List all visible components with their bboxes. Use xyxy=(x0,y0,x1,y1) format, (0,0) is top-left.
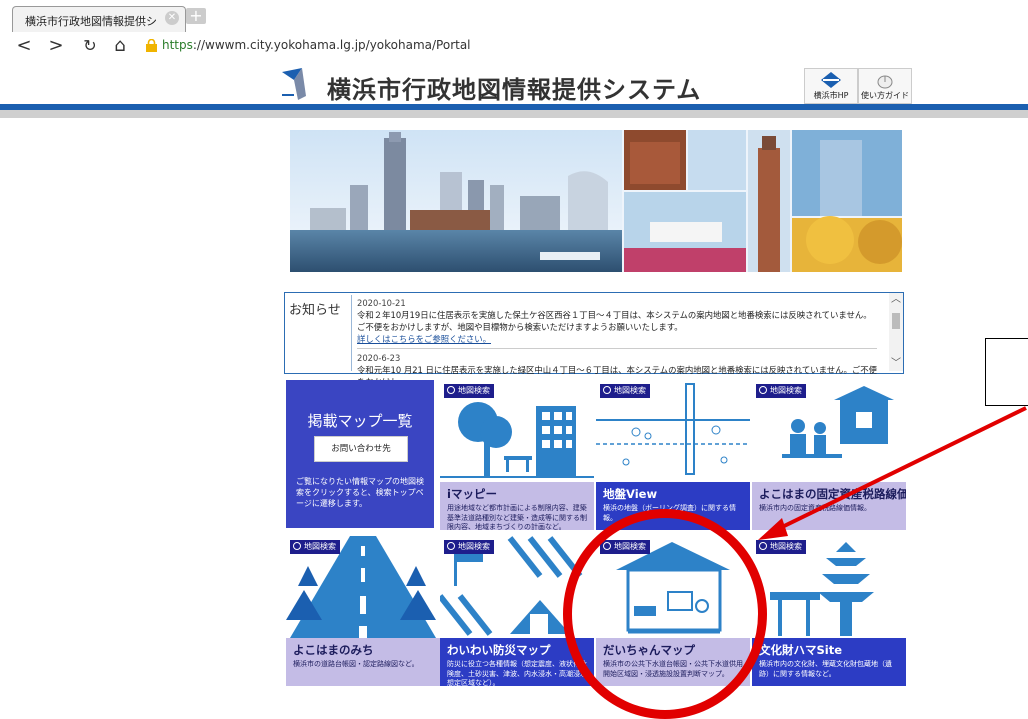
annotation-arrow xyxy=(758,406,1027,540)
annotation-red-circle xyxy=(563,509,767,719)
